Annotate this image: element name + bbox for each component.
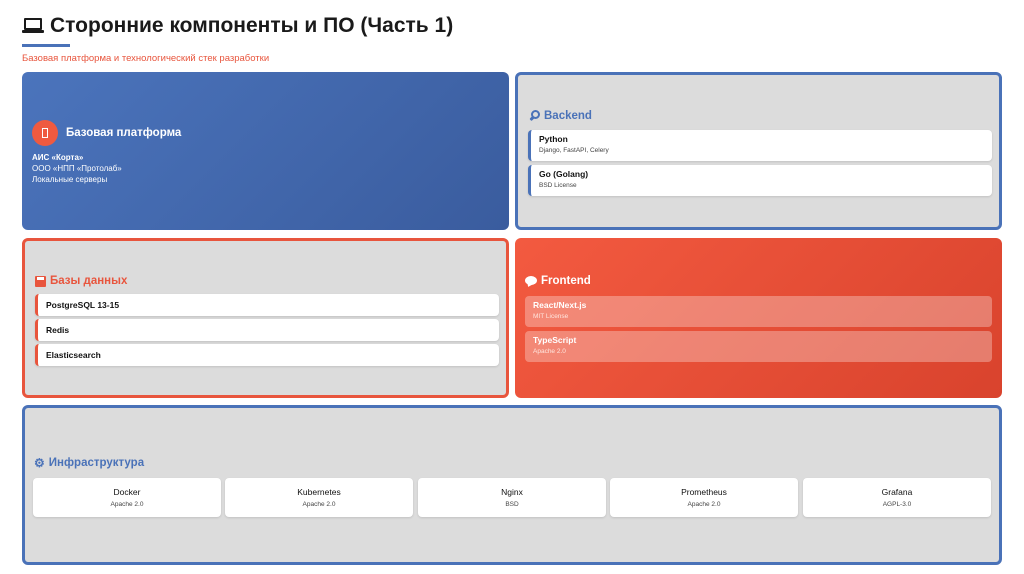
speech-bubble-icon	[525, 275, 537, 287]
backend-item-python: Python Django, FastAPI, Celery	[528, 130, 992, 161]
db-item-postgresql: PostgreSQL 13-15	[35, 294, 499, 316]
page-title: Сторонние компоненты и ПО (Часть 1)	[50, 14, 454, 37]
page-header: Сторонние компоненты и ПО (Часть 1)	[22, 14, 453, 38]
infra-item-kubernetes: Kubernetes Apache 2.0	[225, 478, 413, 517]
backend-card: Backend Python Django, FastAPI, Celery G…	[515, 72, 1002, 230]
infrastructure-header: ⚙ Инфраструктура	[34, 457, 144, 469]
databases-header: Базы данных	[35, 275, 127, 287]
db-item-elasticsearch: Elasticsearch	[35, 344, 499, 366]
frontend-item-react: React/Next.js MIT License	[525, 296, 992, 327]
base-platform-line: ООО «НПП «Протолаб»	[32, 164, 122, 173]
item-name: Kubernetes	[297, 487, 341, 497]
floppy-icon	[35, 275, 46, 287]
item-license: AGPL-3.0	[882, 501, 912, 508]
infra-item-nginx: Nginx BSD	[418, 478, 606, 517]
item-name: Redis	[46, 325, 70, 335]
wrench-icon	[528, 110, 540, 122]
base-platform-details: АИС «Корта» ООО «НПП «Протолаб» Локальны…	[32, 152, 122, 185]
item-license: Apache 2.0	[687, 501, 721, 508]
item-name: React/Next.js	[533, 300, 587, 310]
title-underline	[22, 44, 70, 47]
infra-item-grafana: Grafana AGPL-3.0	[803, 478, 991, 517]
backend-header: Backend	[528, 110, 592, 122]
item-license: MIT License	[533, 313, 569, 320]
infra-item-docker: Docker Apache 2.0	[33, 478, 221, 517]
item-license: BSD License	[539, 182, 577, 189]
frontend-item-typescript: TypeScript Apache 2.0	[525, 331, 992, 362]
frontend-header: Frontend	[525, 275, 591, 287]
item-name: Elasticsearch	[46, 350, 101, 360]
backend-item-go: Go (Golang) BSD License	[528, 165, 992, 196]
item-name: Prometheus	[681, 487, 727, 497]
base-platform-line: АИС «Корта»	[32, 153, 84, 162]
base-platform-title: Базовая платформа	[66, 127, 182, 139]
base-platform-card: Базовая платформа АИС «Корта» ООО «НПП «…	[22, 72, 509, 230]
item-name: Python	[539, 134, 568, 144]
databases-title: Базы данных	[50, 275, 128, 287]
infrastructure-title: Инфраструктура	[48, 457, 145, 469]
item-license: Apache 2.0	[302, 501, 336, 508]
base-platform-header: Базовая платформа	[32, 120, 181, 146]
platform-icon	[32, 120, 58, 146]
backend-title: Backend	[544, 110, 592, 122]
item-name: Docker	[113, 487, 141, 497]
item-license: BSD	[505, 501, 519, 508]
page-subtitle: Базовая платформа и технологический стек…	[22, 53, 270, 64]
item-name: Grafana	[881, 487, 913, 497]
frontend-card: Frontend React/Next.js MIT License TypeS…	[515, 238, 1002, 398]
databases-card: Базы данных PostgreSQL 13-15 Redis Elast…	[22, 238, 509, 398]
item-name: Nginx	[501, 487, 523, 497]
infrastructure-card: ⚙ Инфраструктура Docker Apache 2.0 Kuber…	[22, 405, 1002, 565]
frontend-title: Frontend	[541, 275, 591, 287]
laptop-icon	[22, 18, 44, 34]
infra-item-prometheus: Prometheus Apache 2.0	[610, 478, 798, 517]
item-name: PostgreSQL 13-15	[46, 300, 120, 310]
item-license: Apache 2.0	[110, 501, 144, 508]
gear-icon: ⚙	[34, 456, 45, 470]
db-item-redis: Redis	[35, 319, 499, 341]
base-platform-line: Локальные серверы	[32, 175, 108, 184]
item-name: TypeScript	[533, 335, 577, 345]
page-title-row: Сторонние компоненты и ПО (Часть 1)	[22, 14, 453, 38]
item-license: Apache 2.0	[533, 348, 566, 355]
item-name: Go (Golang)	[539, 169, 589, 179]
item-license: Django, FastAPI, Celery	[539, 147, 609, 154]
